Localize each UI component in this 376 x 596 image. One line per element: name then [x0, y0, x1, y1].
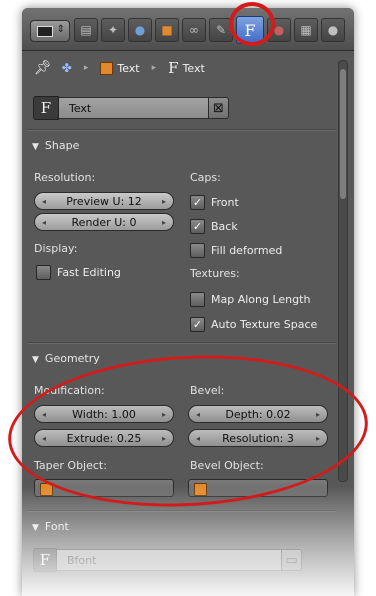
scene-tab[interactable]: ✦: [101, 18, 125, 42]
section-divider: [28, 510, 336, 512]
render-layers-tab[interactable]: ▤: [74, 18, 98, 42]
render-u-field[interactable]: ◂ Render U: 0 ▸: [34, 213, 174, 231]
caps-label: Caps:: [190, 171, 221, 184]
fast-editing-checkbox[interactable]: Fast Editing: [36, 263, 121, 281]
physics-icon: ●: [327, 23, 339, 37]
collapse-triangle-icon: ▼: [32, 523, 39, 533]
font-section-header[interactable]: ▼ Font: [32, 516, 340, 538]
shape-section-header[interactable]: ▼ Shape: [32, 135, 340, 157]
scene-icon: ✦: [107, 23, 119, 37]
breadcrumb-data: Text: [182, 61, 205, 75]
breadcrumb: 📌︎ ✤ ▸ Text ▸ F Text: [34, 58, 217, 78]
updown-arrows-icon: ⇕: [56, 24, 65, 35]
open-file-icon[interactable]: ▭: [282, 549, 302, 571]
chevron-right-icon: ▸: [151, 63, 157, 73]
checkbox-box[interactable]: [36, 264, 51, 280]
scene-icon: ✤: [61, 61, 72, 75]
font-selector: F Bfont ▭: [33, 548, 302, 572]
checkmark-icon[interactable]: ✓: [190, 316, 205, 332]
editor-type-selector[interactable]: ⇕: [30, 20, 70, 42]
font-browse-icon[interactable]: F: [33, 548, 57, 572]
back-checkbox[interactable]: ✓ Back: [190, 217, 238, 235]
display-label: Display:: [34, 242, 78, 255]
render-layers-icon: ▤: [80, 23, 92, 37]
map-along-length-label: Map Along Length: [211, 292, 311, 306]
datablock-name-field[interactable]: Text: [59, 97, 209, 119]
front-checkbox[interactable]: ✓ Front: [190, 193, 239, 211]
datablock-selector: F Text ⊠: [33, 96, 229, 120]
constraints-tab[interactable]: ∞: [182, 18, 206, 42]
preview-u-field[interactable]: ◂ Preview U: 12 ▸: [34, 192, 174, 210]
object-tab[interactable]: ■: [155, 18, 179, 42]
decrement-arrow-icon[interactable]: ◂: [42, 193, 46, 211]
constraints-icon: ∞: [189, 23, 199, 37]
properties-editor-icon: [37, 26, 53, 37]
section-divider: [28, 342, 336, 344]
object-icon: ■: [161, 23, 173, 37]
preview-u-value: Preview U: 12: [66, 195, 142, 208]
context-tabs: ▤ ✦ ● ■ ∞ ✎ F ● ▦ ●: [74, 16, 348, 44]
physics-tab[interactable]: ●: [321, 18, 345, 42]
section-divider: [28, 129, 336, 131]
checkmark-icon[interactable]: ✓: [190, 194, 205, 210]
collapse-triangle-icon: ▼: [32, 142, 39, 152]
fill-deformed-label: Fill deformed: [211, 243, 283, 257]
modifiers-icon: ✎: [215, 23, 227, 37]
scrollbar-thumb[interactable]: [340, 69, 346, 199]
world-tab[interactable]: ●: [128, 18, 152, 42]
checkmark-icon[interactable]: ✓: [190, 218, 205, 234]
back-label: Back: [211, 219, 238, 233]
front-label: Front: [211, 195, 239, 209]
checkbox-box[interactable]: [190, 242, 205, 258]
auto-texture-space-checkbox[interactable]: ✓ Auto Texture Space: [190, 315, 317, 333]
properties-panel: ⇕ ▤ ✦ ● ■ ∞ ✎ F ● ▦ ● 📌︎ ✤ ▸ Text ▸ F Te…: [22, 8, 354, 596]
highlight-circle: [229, 2, 275, 46]
increment-arrow-icon[interactable]: ▸: [162, 193, 166, 211]
increment-arrow-icon[interactable]: ▸: [162, 214, 166, 232]
fill-deformed-checkbox[interactable]: Fill deformed: [190, 241, 282, 259]
geometry-section-title: Geometry: [44, 352, 100, 365]
resolution-label: Resolution:: [34, 171, 96, 184]
checkbox-box[interactable]: [190, 291, 205, 307]
texture-tab[interactable]: ▦: [294, 18, 318, 42]
collapse-triangle-icon: ▼: [32, 355, 39, 365]
properties-header: ⇕ ▤ ✦ ● ■ ∞ ✎ F ● ▦ ●: [22, 8, 354, 51]
textures-label: Textures:: [190, 267, 240, 280]
chevron-right-icon: ▸: [83, 63, 89, 73]
font-section-title: Font: [44, 520, 69, 533]
auto-texture-space-label: Auto Texture Space: [211, 317, 318, 331]
render-u-value: Render U: 0: [71, 216, 137, 229]
material-icon: ●: [273, 23, 285, 37]
unlink-icon[interactable]: ⊠: [209, 97, 229, 119]
font-name-field[interactable]: Bfont: [57, 549, 282, 571]
fast-editing-label: Fast Editing: [57, 265, 121, 279]
pin-icon[interactable]: 📌︎: [34, 60, 52, 76]
breadcrumb-object: Text: [117, 61, 140, 75]
decrement-arrow-icon[interactable]: ◂: [42, 214, 46, 232]
object-icon: [100, 61, 114, 75]
font-data-icon: F: [168, 59, 179, 77]
map-along-length-checkbox[interactable]: Map Along Length: [190, 290, 310, 308]
texture-icon: ▦: [300, 23, 312, 37]
datablock-browse-icon[interactable]: F: [33, 96, 59, 120]
world-icon: ●: [134, 23, 146, 37]
shape-section-title: Shape: [44, 139, 80, 152]
